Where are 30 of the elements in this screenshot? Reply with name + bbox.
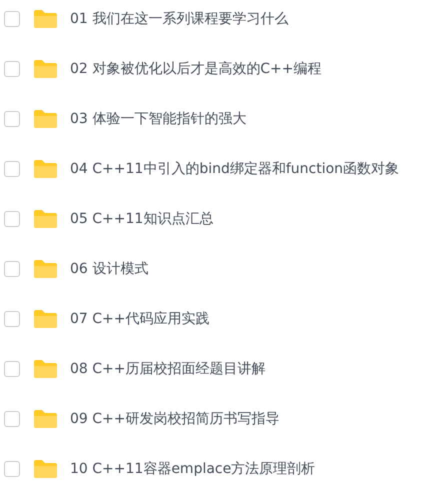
folder-name[interactable]: 03 体验一下智能指针的强大 — [70, 110, 246, 128]
folder-icon — [33, 359, 58, 379]
folder-name[interactable]: 07 C++代码应用实践 — [70, 310, 210, 328]
checkbox[interactable] — [4, 211, 20, 227]
checkbox[interactable] — [4, 461, 20, 477]
folder-name[interactable]: 08 C++历届校招面经题目讲解 — [70, 360, 266, 378]
folder-name[interactable]: 04 C++11中引入的bind绑定器和function函数对象 — [70, 160, 400, 178]
checkbox[interactable] — [4, 411, 20, 427]
folder-icon — [33, 159, 58, 179]
folder-name[interactable]: 02 对象被优化以后才是高效的C++编程 — [70, 60, 322, 78]
checkbox[interactable] — [4, 361, 20, 377]
checkbox[interactable] — [4, 61, 20, 77]
folder-name[interactable]: 09 C++研发岗校招简历书写指导 — [70, 410, 280, 428]
folder-name[interactable]: 05 C++11知识点汇总 — [70, 210, 214, 228]
folder-name[interactable]: 01 我们在这一系列课程要学习什么 — [70, 10, 288, 28]
folder-icon — [33, 409, 58, 429]
folder-icon — [33, 259, 58, 279]
folder-name[interactable]: 10 C++11容器emplace方法原理剖析 — [70, 460, 316, 478]
checkbox[interactable] — [4, 11, 20, 27]
folder-icon — [33, 9, 58, 29]
folder-name[interactable]: 06 设计模式 — [70, 260, 148, 278]
folder-icon — [33, 209, 58, 229]
folder-icon — [33, 109, 58, 129]
folder-icon — [33, 59, 58, 79]
folder-icon — [33, 459, 58, 479]
checkbox[interactable] — [4, 261, 20, 277]
checkbox[interactable] — [4, 311, 20, 327]
folder-icon — [33, 309, 58, 329]
checkbox[interactable] — [4, 111, 20, 127]
checkbox[interactable] — [4, 161, 20, 177]
